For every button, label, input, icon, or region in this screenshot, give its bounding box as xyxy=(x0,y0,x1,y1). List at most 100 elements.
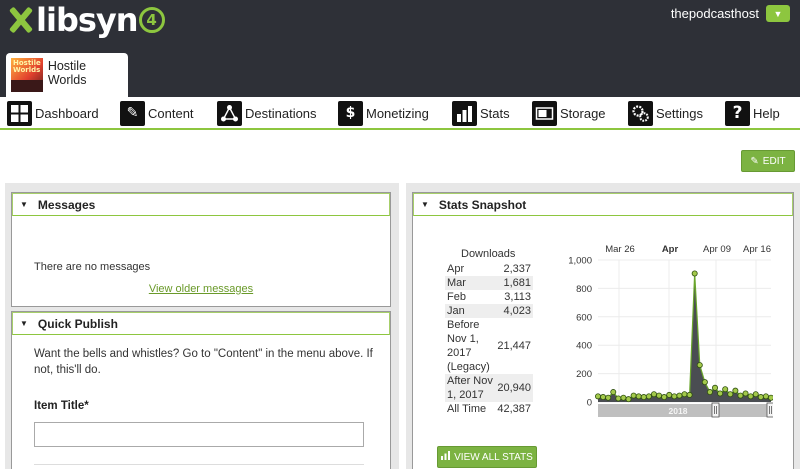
stats-icon xyxy=(452,100,477,126)
nav-label: Destinations xyxy=(245,105,317,121)
series-line xyxy=(597,273,772,400)
row-label: All Time xyxy=(447,403,487,415)
nav-label: Help xyxy=(753,105,780,121)
quick-publish-panel: ▼ Quick Publish Want the bells and whist… xyxy=(11,311,391,469)
nav-item-stats[interactable]: Stats xyxy=(452,100,510,126)
data-point xyxy=(762,393,769,400)
downloads-chart: 0 200 400 600 800 1,000 Mar 26 Apr Apr 09 Apr 16 2… xyxy=(568,244,773,418)
messages-header[interactable]: ▼ Messages xyxy=(12,193,390,216)
data-point xyxy=(666,391,673,398)
show-name: Hostile Worlds xyxy=(47,59,87,87)
nav-item-content[interactable]: ✎ Content xyxy=(120,100,194,126)
pencil-icon: ✎ xyxy=(750,155,759,167)
nav-item-storage[interactable]: Storage xyxy=(532,100,606,126)
quick-publish-header[interactable]: ▼ Quick Publish xyxy=(12,312,390,335)
data-point xyxy=(696,362,703,369)
data-point xyxy=(722,386,729,393)
collapse-caret-icon: ▼ xyxy=(20,200,28,209)
data-point xyxy=(747,393,754,400)
row-label: Feb xyxy=(447,291,466,303)
data-point xyxy=(681,391,688,398)
view-all-stats-button[interactable]: VIEW ALL STATS xyxy=(437,446,537,468)
row-value: 21,447 xyxy=(497,340,531,352)
x-tick-label: Apr 16 xyxy=(743,244,771,255)
data-point xyxy=(691,270,698,277)
messages-empty-text: There are no messages xyxy=(34,261,151,273)
row-value: 3,113 xyxy=(504,291,531,303)
nav-item-help[interactable]: ? Help xyxy=(725,100,780,126)
divider xyxy=(34,464,364,465)
data-point xyxy=(732,387,739,394)
row-label: Apr xyxy=(447,263,465,275)
data-point xyxy=(757,394,764,401)
data-point xyxy=(727,391,734,398)
username: thepodcasthost xyxy=(670,6,759,21)
data-point xyxy=(615,395,622,402)
show-tab[interactable]: Hostile Worlds Hostile Worlds xyxy=(6,53,128,97)
logo-mark-icon xyxy=(8,7,34,33)
y-tick-label: 0 xyxy=(587,398,592,409)
data-point xyxy=(610,389,617,396)
collapse-caret-icon: ▼ xyxy=(20,319,28,328)
y-tick-label: 400 xyxy=(576,341,592,352)
nav-item-destinations[interactable]: Destinations xyxy=(217,100,317,126)
stats-snapshot-header[interactable]: ▼ Stats Snapshot xyxy=(413,193,793,216)
data-point xyxy=(595,393,602,400)
stats-snapshot-panel: ▼ Stats Snapshot Downloads Apr 2,337 Mar 1… xyxy=(412,192,794,469)
libsyn-logo[interactable]: libsyn 4 xyxy=(8,2,165,38)
row-value: 42,387 xyxy=(497,403,531,415)
data-point xyxy=(620,394,627,401)
user-dropdown-button[interactable]: ▼ xyxy=(766,5,790,22)
nav-label: Monetizing xyxy=(366,105,429,121)
data-point xyxy=(742,390,749,397)
table-row: After Nov 1, 2017 20,940 xyxy=(445,374,533,402)
row-label: Jan xyxy=(447,305,465,317)
nav-label: Storage xyxy=(560,105,606,121)
navigator-handle[interactable] xyxy=(766,402,773,418)
messages-panel: ▼ Messages There are no messages View ol… xyxy=(11,192,391,307)
edit-button[interactable]: ✎ EDIT xyxy=(741,150,795,172)
storage-icon xyxy=(532,100,557,126)
data-point xyxy=(686,391,693,398)
data-point xyxy=(706,389,713,396)
data-point xyxy=(701,379,708,386)
data-point xyxy=(768,394,773,401)
settings-icon xyxy=(628,100,653,126)
view-older-messages-link[interactable]: View older messages xyxy=(12,283,390,295)
data-point xyxy=(635,393,642,400)
data-point xyxy=(640,394,647,401)
y-tick-label: 1,000 xyxy=(568,256,592,267)
data-point xyxy=(717,390,724,397)
data-point xyxy=(752,391,759,398)
dollar-icon: $ xyxy=(338,100,363,126)
data-point xyxy=(676,392,683,399)
item-title-input[interactable] xyxy=(34,422,364,447)
y-tick-label: 600 xyxy=(576,312,592,323)
data-point xyxy=(600,394,607,401)
navigator-handle[interactable] xyxy=(711,402,720,418)
nav-label: Stats xyxy=(480,105,510,121)
nav-label: Dashboard xyxy=(35,105,99,121)
nav-item-settings[interactable]: Settings xyxy=(628,100,703,126)
x-tick-label: Apr xyxy=(662,244,679,255)
user-menu[interactable]: thepodcasthost ▼ xyxy=(671,5,790,22)
view-all-stats-label: VIEW ALL STATS xyxy=(454,451,533,463)
nav-item-monetizing[interactable]: $ Monetizing xyxy=(338,100,429,126)
navigator-label: 2018 xyxy=(669,406,688,416)
top-bar: libsyn 4 thepodcasthost ▼ Hostile Worlds… xyxy=(0,0,800,97)
data-point xyxy=(661,394,668,401)
nav-label: Content xyxy=(148,105,194,121)
dashboard-icon xyxy=(7,100,32,126)
table-row: Mar 1,681 xyxy=(445,276,533,290)
table-row: All Time 42,387 xyxy=(445,402,533,416)
quick-publish-intro: Want the bells and whistles? Go to "Cont… xyxy=(34,348,373,376)
content-icon: ✎ xyxy=(120,100,145,126)
table-row: Feb 3,113 xyxy=(445,290,533,304)
data-point xyxy=(605,394,612,401)
show-artwork: Hostile Worlds xyxy=(11,58,43,92)
nav-item-dashboard[interactable]: Dashboard xyxy=(7,100,99,126)
data-point xyxy=(625,396,632,403)
destinations-icon xyxy=(217,100,242,126)
left-column: ▼ Messages There are no messages View ol… xyxy=(5,183,399,469)
row-label: Before Nov 1, 2017 (Legacy) xyxy=(447,319,490,373)
